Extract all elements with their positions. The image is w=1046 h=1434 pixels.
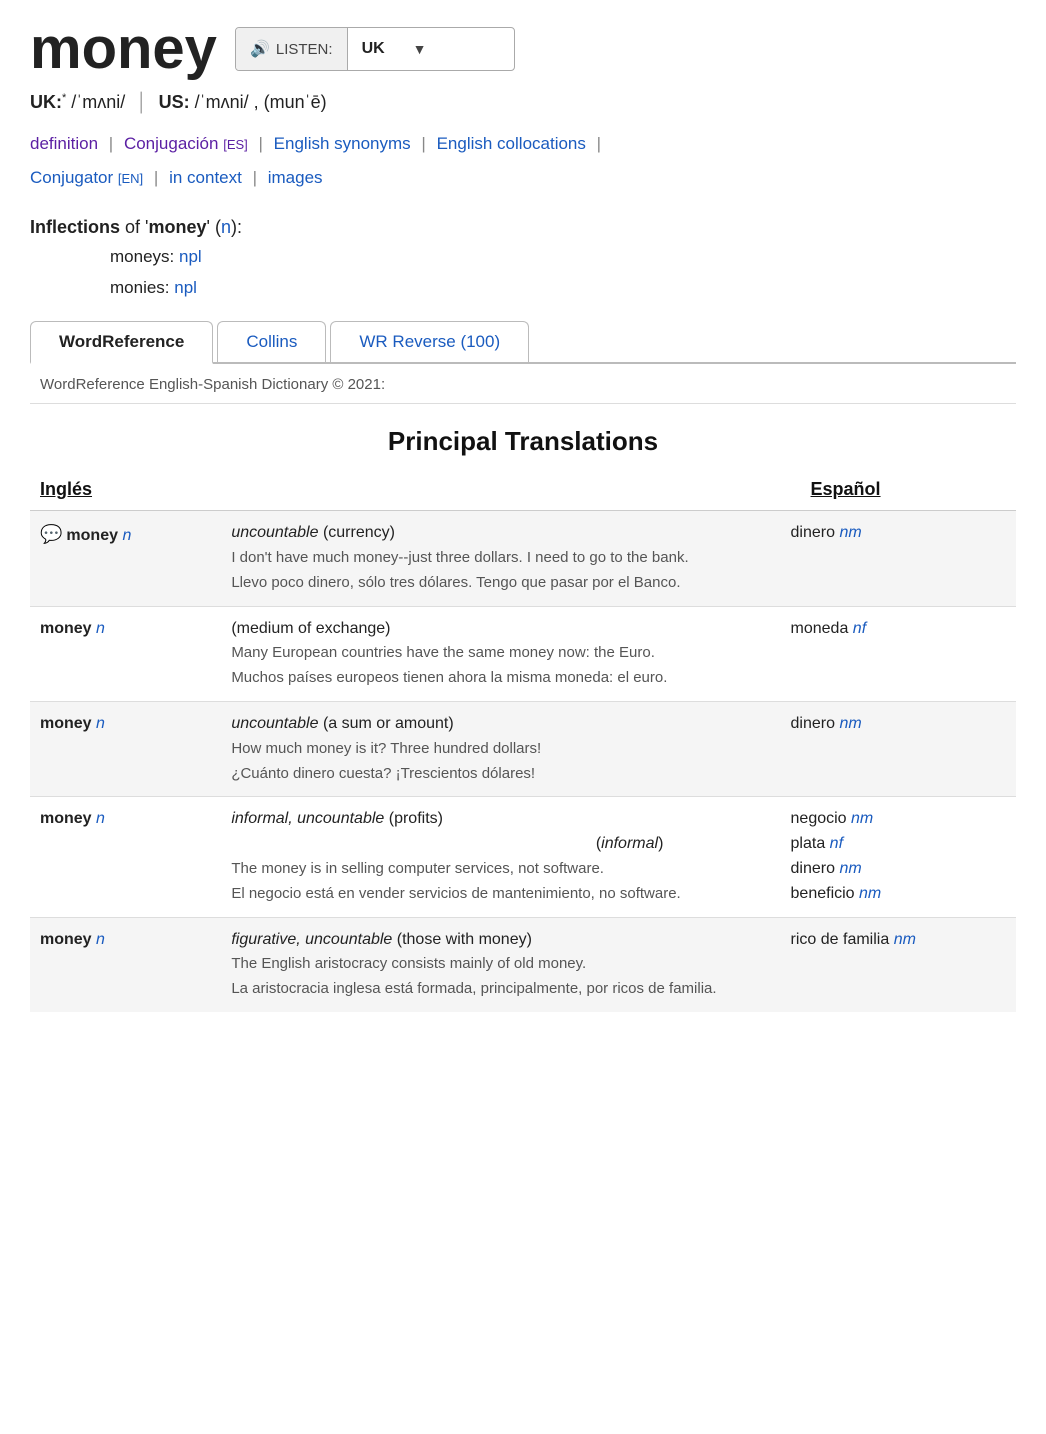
en-word-cell: money n: [30, 917, 221, 1012]
nav-conjugacion[interactable]: Conjugación [ES]: [124, 134, 248, 153]
esp-pos: nm: [839, 715, 861, 732]
inflections-section: Inflections of 'money' (n): moneys: npl …: [30, 217, 1016, 303]
moneys-npl-link[interactable]: npl: [179, 247, 202, 266]
def-cell: informal, uncountable (profits) (informa…: [221, 797, 780, 917]
def-cell: uncountable (a sum or amount) How much m…: [221, 701, 780, 796]
nav-links: definition | Conjugación [ES] | English …: [30, 127, 1016, 195]
pos-n: n: [96, 810, 105, 827]
tab-wr-reverse[interactable]: WR Reverse (100): [330, 321, 529, 362]
pos-n: n: [96, 620, 105, 637]
speaker-icon: 🔊: [250, 39, 270, 59]
example-en: The English aristocracy consists mainly …: [231, 955, 586, 972]
tab-collins[interactable]: Collins: [217, 321, 326, 362]
nav-definition[interactable]: definition: [30, 134, 98, 153]
table-header-row: Inglés Español: [30, 473, 1016, 511]
example-en: The money is in selling computer service…: [231, 860, 604, 877]
uk-label: UK:*: [30, 92, 66, 112]
table-row: money n uncountable (a sum or amount) Ho…: [30, 701, 1016, 796]
example-es: Muchos países europeos tienen ahora la m…: [231, 669, 667, 686]
example-es: Llevo poco dinero, sólo tres dólares. Te…: [231, 574, 680, 591]
en-word-cell: money n: [30, 606, 221, 701]
en-word-cell: money n: [30, 797, 221, 917]
example-en: Many European countries have the same mo…: [231, 644, 655, 661]
def-cell: figurative, uncountable (those with mone…: [221, 917, 780, 1012]
translations-table: Inglés Español 💬money n uncountable (cur…: [30, 473, 1016, 1012]
us-label: US:: [159, 92, 190, 112]
def-qualifier: informal, uncountable: [231, 810, 384, 827]
table-row: money n figurative, uncountable (those w…: [30, 917, 1016, 1012]
us-ipa: /ˈmʌni/: [195, 92, 249, 112]
esp-cell: rico de familia nm: [781, 917, 1016, 1012]
tab-wordreference[interactable]: WordReference: [30, 321, 213, 364]
locale-value: UK: [362, 40, 385, 58]
def-cell: uncountable (currency) I don't have much…: [221, 511, 780, 606]
chevron-down-icon: ▼: [413, 41, 427, 57]
nav-english-synonyms[interactable]: English synonyms: [274, 134, 411, 153]
esp-cell: moneda nf: [781, 606, 1016, 701]
esp-pos: nf: [853, 620, 866, 637]
col-espanol: Español: [781, 473, 1016, 511]
col-def: [221, 473, 780, 511]
locale-select[interactable]: UK ▼: [348, 28, 441, 70]
dict-notice: WordReference English-Spanish Dictionary…: [30, 364, 1016, 404]
listen-button[interactable]: 🔊 LISTEN:: [236, 28, 348, 70]
example-es: El negocio está en vender servicios de m…: [231, 885, 680, 902]
def-qualifier: uncountable: [231, 524, 318, 541]
def-cell: (medium of exchange) Many European count…: [221, 606, 780, 701]
pos-n: n: [96, 715, 105, 732]
pos-n: n: [122, 527, 131, 544]
esp-cell: dinero nm: [781, 701, 1016, 796]
esp-pos: nm: [859, 885, 881, 902]
esp-pos: nm: [839, 860, 861, 877]
nav-english-collocations[interactable]: English collocations: [437, 134, 586, 153]
nav-conjugator[interactable]: Conjugator [EN]: [30, 168, 143, 187]
uk-ipa: /ˈmʌni/: [71, 92, 125, 112]
listen-widget: 🔊 LISTEN: UK ▼: [235, 27, 515, 71]
monies-npl-link[interactable]: npl: [174, 278, 197, 297]
section-heading: Principal Translations: [30, 404, 1016, 473]
inflections-title: Inflections of 'money' (n):: [30, 217, 1016, 238]
esp-pos: nm: [894, 931, 916, 948]
def-qualifier: uncountable: [231, 715, 318, 732]
esp-cell: dinero nm: [781, 511, 1016, 606]
header-row: money 🔊 LISTEN: UK ▼: [30, 20, 1016, 78]
tabs-row: WordReference Collins WR Reverse (100): [30, 321, 1016, 364]
pos-n: n: [96, 931, 105, 948]
divider: │: [136, 92, 147, 112]
esp-pos: nm: [851, 810, 873, 827]
listen-label: LISTEN:: [276, 41, 333, 58]
inflections-list: moneys: npl monies: npl: [110, 242, 1016, 303]
inflection-moneys: moneys: npl: [110, 242, 1016, 273]
example-en: How much money is it? Three hundred doll…: [231, 740, 541, 757]
table-row: 💬money n uncountable (currency) I don't …: [30, 511, 1016, 606]
col-ingles: Inglés: [30, 473, 221, 511]
table-body: 💬money n uncountable (currency) I don't …: [30, 511, 1016, 1012]
chat-icon: 💬: [40, 524, 62, 544]
word-title: money: [30, 20, 217, 78]
en-word-cell: money n: [30, 701, 221, 796]
us-alt-ipa: (munˈē): [264, 92, 327, 112]
esp-cell: negocio nm plata nf dinero nm beneficio …: [781, 797, 1016, 917]
pos-badge: n: [221, 217, 231, 237]
esp-pos: nf: [830, 835, 843, 852]
def-qualifier: figurative, uncountable: [231, 931, 392, 948]
phonetics-row: UK:* /ˈmʌni/ │ US: /ˈmʌni/ , (munˈē): [30, 92, 1016, 113]
nav-images[interactable]: images: [268, 168, 323, 187]
nav-in-context[interactable]: in context: [169, 168, 242, 187]
table-row: money n (medium of exchange) Many Europe…: [30, 606, 1016, 701]
example-es: ¿Cuánto dinero cuesta? ¡Trescientos dóla…: [231, 765, 535, 782]
en-word-cell: 💬money n: [30, 511, 221, 606]
us-sep: ,: [254, 92, 264, 112]
example-es: La aristocracia inglesa está formada, pr…: [231, 980, 716, 997]
table-row: money n informal, uncountable (profits) …: [30, 797, 1016, 917]
inflection-monies: monies: npl: [110, 273, 1016, 304]
example-en: I don't have much money--just three doll…: [231, 549, 688, 566]
def-informal: informal: [601, 835, 658, 852]
esp-pos: nm: [839, 524, 861, 541]
